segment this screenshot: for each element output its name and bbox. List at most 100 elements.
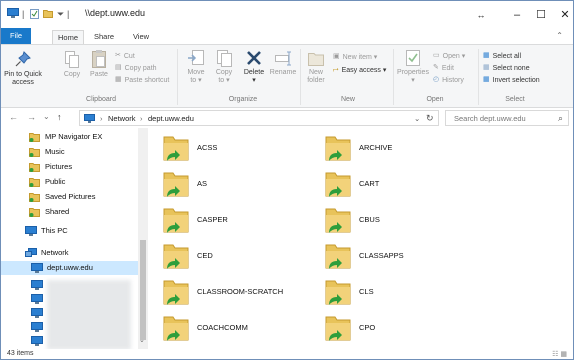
folder-item[interactable]: CLS bbox=[311, 274, 471, 310]
select-all-icon: ▦ bbox=[483, 52, 490, 59]
nav-item-label: dept.uww.edu bbox=[47, 263, 93, 272]
folder-item[interactable]: CED bbox=[149, 238, 309, 274]
select-none-icon: ▦ bbox=[483, 64, 490, 71]
shared-folder-icon bbox=[325, 172, 351, 197]
paste-shortcut-button[interactable]: ▦ Paste shortcut bbox=[115, 75, 169, 86]
nav-item-saved-pictures[interactable]: Saved Pictures bbox=[1, 190, 141, 204]
tab-share[interactable]: Share bbox=[89, 30, 119, 44]
folder-item[interactable]: CASPER bbox=[149, 202, 309, 238]
folder-name: CPO bbox=[359, 323, 376, 332]
nav-item-pictures[interactable]: Pictures bbox=[1, 160, 141, 174]
view-toggle-icons[interactable]: ☷ ▦ bbox=[552, 350, 567, 358]
paste-button[interactable]: Paste bbox=[87, 49, 111, 79]
separator-icon: | bbox=[67, 9, 70, 19]
clipboard-group-label: Clipboard bbox=[86, 96, 116, 103]
ribbon-tabs: File Home Share View ⌃ bbox=[1, 28, 573, 44]
breadcrumb-dept[interactable]: dept.uww.edu bbox=[148, 114, 194, 123]
copy-to-button[interactable]: Copy to ▾ bbox=[211, 49, 237, 85]
select-none-button[interactable]: ▦ Select none bbox=[483, 63, 530, 74]
folder-item[interactable]: ACSS bbox=[149, 130, 309, 166]
redacted-computer-names bbox=[47, 280, 131, 349]
select-all-label: Select all bbox=[492, 52, 522, 60]
new-item-icon: ▣ bbox=[333, 53, 340, 60]
up-button[interactable]: ↑ bbox=[57, 112, 62, 122]
computer-icon[interactable] bbox=[31, 280, 43, 290]
copy-path-icon: ▤ bbox=[115, 64, 122, 71]
new-folder-qa-icon[interactable] bbox=[43, 9, 53, 18]
copy-button[interactable]: Copy bbox=[61, 51, 83, 79]
recent-locations-button[interactable]: ⌄ bbox=[43, 112, 50, 121]
copy-path-button[interactable]: ▤ Copy path bbox=[115, 63, 157, 74]
new-folder-button[interactable]: New folder bbox=[303, 49, 329, 85]
forward-button[interactable]: → bbox=[27, 112, 36, 122]
close-button[interactable]: ✕ bbox=[551, 5, 573, 25]
properties-qa-icon[interactable] bbox=[30, 9, 39, 19]
breadcrumb-network[interactable]: Network bbox=[108, 114, 136, 123]
new-item-button[interactable]: ▣ New item ▾ bbox=[333, 52, 377, 63]
nav-item-dept-uww-edu[interactable]: dept.uww.edu bbox=[1, 261, 141, 275]
folder-item[interactable]: CBUS bbox=[311, 202, 471, 238]
scroll-down-icon[interactable]: ⌄ bbox=[139, 336, 145, 344]
computer-icon[interactable] bbox=[31, 322, 43, 332]
nav-item-label: Pictures bbox=[45, 162, 73, 171]
folder-item[interactable]: CLASSROOM-SCRATCH bbox=[149, 274, 309, 310]
search-input[interactable]: Search dept.uww.edu ⌕ bbox=[445, 110, 569, 126]
address-dropdown-button[interactable]: ⌄ bbox=[414, 114, 420, 123]
folder-item[interactable]: CLASSAPPS bbox=[311, 238, 471, 274]
nav-item-shared[interactable]: Shared bbox=[1, 205, 141, 219]
folder-item[interactable]: AS bbox=[149, 166, 309, 202]
network-location-icon bbox=[84, 114, 95, 123]
nav-item-music[interactable]: Music bbox=[1, 145, 141, 159]
shared-folder-icon bbox=[163, 244, 189, 269]
folder-name: COACHCOMM bbox=[197, 323, 248, 332]
open-group-label: Open bbox=[426, 96, 444, 103]
select-all-button[interactable]: ▦ Select all bbox=[483, 51, 521, 62]
nav-scrollbar-thumb[interactable] bbox=[140, 240, 146, 340]
cut-button[interactable]: ✂ Cut bbox=[115, 51, 135, 62]
paste-icon bbox=[92, 50, 106, 68]
folder-item[interactable]: COACHCOMM bbox=[149, 310, 309, 346]
nav-scrollbar[interactable]: ⌄ bbox=[138, 128, 148, 349]
rename-icon bbox=[275, 51, 291, 66]
new-folder-label2: folder bbox=[307, 77, 325, 84]
ribbon-expand-icon[interactable]: ⌃ bbox=[556, 31, 563, 40]
open-button[interactable]: ▭ Open ▾ bbox=[433, 51, 465, 62]
tab-view[interactable]: View bbox=[127, 30, 155, 44]
customize-qa-icon[interactable]: ⏷ bbox=[57, 9, 64, 19]
delete-button[interactable]: Delete ▾ bbox=[241, 49, 267, 85]
select-none-label: Select none bbox=[492, 64, 530, 72]
nav-item-this-pc[interactable]: This PC bbox=[1, 224, 141, 238]
folder-name: CLASSROOM-SCRATCH bbox=[197, 287, 284, 296]
edit-button[interactable]: ✎ Edit bbox=[433, 63, 454, 74]
tab-file[interactable]: File bbox=[1, 28, 31, 44]
rename-button[interactable]: Rename bbox=[269, 49, 297, 77]
folder-item[interactable]: ARCHIVE bbox=[311, 130, 471, 166]
move-to-button[interactable]: Move to ▾ bbox=[183, 49, 209, 85]
pin-to-quick-access-button[interactable]: Pin to Quick access bbox=[3, 51, 43, 87]
folder-icon bbox=[29, 178, 40, 187]
address-bar[interactable]: › Network › dept.uww.edu ⌄ ↻ bbox=[79, 110, 439, 126]
nav-item-mp-navigator-ex[interactable]: MP Navigator EX bbox=[1, 130, 141, 144]
folder-item[interactable]: CART bbox=[311, 166, 471, 202]
ribbon-separator bbox=[478, 49, 479, 105]
restore-resize-icon[interactable]: ↔ bbox=[467, 5, 495, 25]
tab-home[interactable]: Home bbox=[52, 30, 84, 44]
computer-icon[interactable] bbox=[31, 308, 43, 318]
refresh-button[interactable]: ↻ bbox=[426, 113, 434, 124]
back-button[interactable]: ← bbox=[9, 112, 18, 122]
pin-label-line1: Pin to Quick bbox=[4, 71, 42, 78]
history-button[interactable]: ◴ History bbox=[433, 75, 464, 86]
easy-access-button[interactable]: ⮣ Easy access ▾ bbox=[333, 65, 386, 76]
nav-item-network[interactable]: Network bbox=[1, 246, 141, 260]
nav-item-public[interactable]: Public bbox=[1, 175, 141, 189]
folder-item[interactable]: CPO bbox=[311, 310, 471, 346]
computer-icon[interactable] bbox=[31, 294, 43, 304]
invert-selection-button[interactable]: ▦ Invert selection bbox=[483, 75, 540, 86]
cut-label: Cut bbox=[123, 52, 135, 60]
search-icon: ⌕ bbox=[558, 113, 564, 123]
move-label: Move bbox=[187, 69, 205, 76]
folder-icon bbox=[29, 133, 40, 142]
item-count: 43 items bbox=[7, 350, 34, 357]
properties-button[interactable]: Properties ▾ bbox=[397, 49, 429, 85]
computer-icon[interactable] bbox=[31, 336, 43, 346]
